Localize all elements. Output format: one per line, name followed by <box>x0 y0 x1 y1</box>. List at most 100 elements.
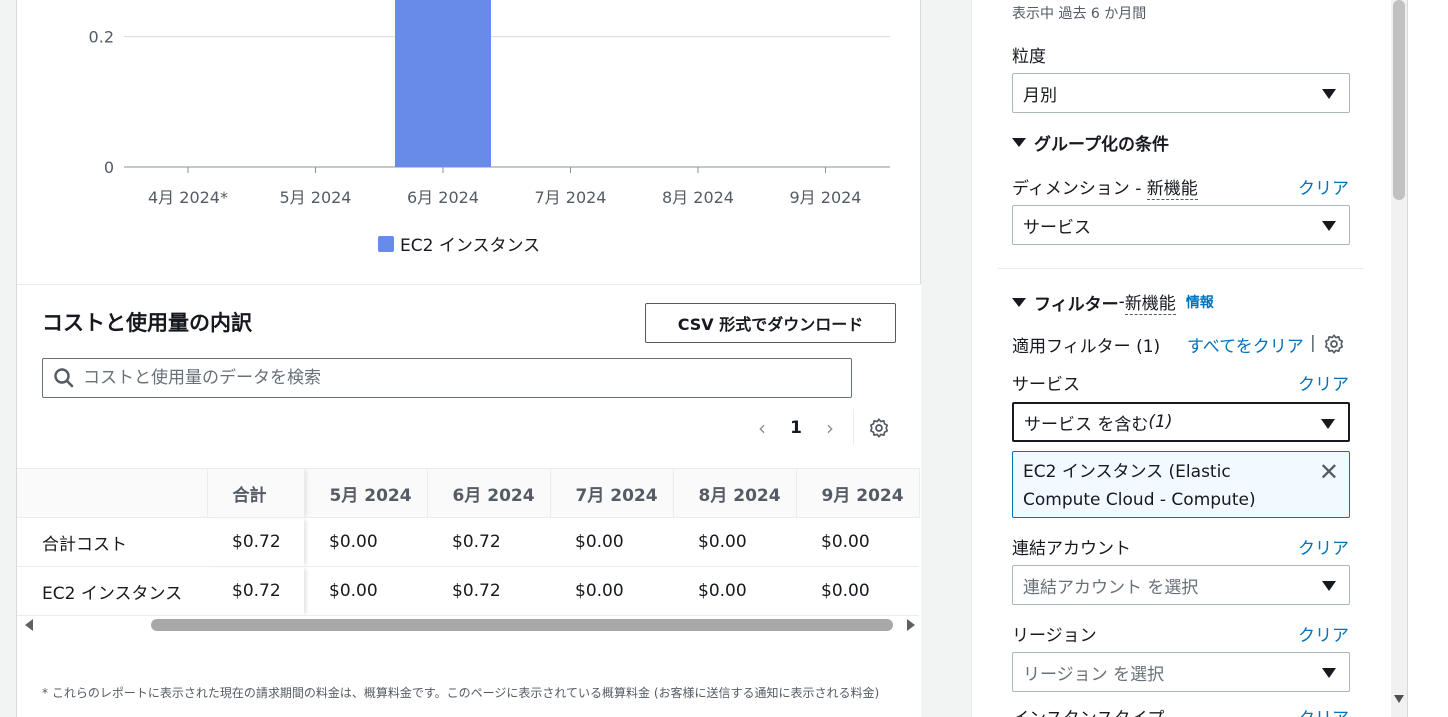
dimension-select[interactable]: サービス <box>1012 205 1350 245</box>
group-by-heading: グループ化の条件 <box>1034 135 1169 155</box>
granularity-value: 月別 <box>1023 85 1057 106</box>
table-cell: $0.00 <box>821 581 870 601</box>
section-divider <box>998 268 1364 269</box>
current-page[interactable]: 1 <box>772 418 820 438</box>
region-label: リージョン <box>1012 626 1097 646</box>
y-tick-label: 0.2 <box>89 28 114 47</box>
scroll-down-arrow-icon[interactable] <box>1394 695 1404 703</box>
instance-type-label: インスタンスタイプ <box>1012 704 1164 717</box>
cost-breakdown-section: コストと使用量の内訳 CSV 形式でダウンロード ‹ 1 › <box>17 284 922 717</box>
linked-account-select[interactable]: 連結アカウント を選択 <box>1012 565 1350 605</box>
separator-bar: | <box>1310 333 1316 353</box>
sidebar-vertical-scrollbar[interactable] <box>1391 0 1407 717</box>
legend-swatch <box>378 235 394 252</box>
csv-download-button[interactable]: CSV 形式でダウンロード <box>645 303 896 343</box>
period-summary: 表示中 過去 6 か月間 <box>1012 6 1147 22</box>
breakdown-title: コストと使用量の内訳 <box>42 311 252 335</box>
table-cell: $0.00 <box>575 581 624 601</box>
caret-down-icon <box>1321 419 1335 429</box>
new-feature-tag[interactable]: 新機能 <box>1146 179 1198 200</box>
x-tick-label: 8月 2024 <box>662 188 734 207</box>
granularity-select[interactable]: 月別 <box>1012 73 1350 113</box>
column-header-total[interactable]: 合計 <box>207 468 305 518</box>
instance-type-clear-link[interactable]: クリア <box>1298 704 1349 717</box>
filters-info-link[interactable]: 情報 <box>1186 292 1214 312</box>
row-label: EC2 インスタンス <box>42 583 183 604</box>
legend-label: EC2 インスタンス <box>400 236 541 256</box>
x-tick-label: 9月 2024 <box>790 188 862 207</box>
panel-splitter[interactable]: || <box>921 0 989 717</box>
dimension-label: ディメンション <box>1012 179 1130 199</box>
service-select-text: サービス を含む <box>1024 414 1149 435</box>
caret-down-icon <box>1322 668 1336 678</box>
expand-triangle-icon <box>1012 297 1026 307</box>
region-clear-link[interactable]: クリア <box>1298 621 1349 646</box>
filters-heading: フィルター <box>1034 294 1119 315</box>
scrollbar-thumb[interactable] <box>151 619 893 631</box>
caret-down-icon <box>1322 89 1336 99</box>
table-cell: $0.00 <box>821 532 870 552</box>
column-header[interactable]: 7月 2024 <box>550 468 674 518</box>
linked-account-placeholder: 連結アカウント を選択 <box>1023 577 1199 598</box>
scrollbar-thumb[interactable] <box>1393 0 1405 200</box>
filters-section-toggle[interactable]: フィルター - 新機能 情報 <box>1012 289 1214 315</box>
applied-filters-label: 適用フィルター (1) <box>1012 337 1161 357</box>
table-horizontal-scrollbar[interactable] <box>25 617 915 633</box>
table-cell: $0.00 <box>329 581 378 601</box>
x-tick-label: 5月 2024 <box>280 188 352 207</box>
close-icon[interactable]: ✕ <box>1319 460 1339 484</box>
table-cell: $0.00 <box>329 532 378 552</box>
row-label: 合計コスト <box>42 534 127 555</box>
bar <box>395 0 491 167</box>
service-filter-select[interactable]: サービス を含む (1) <box>1012 402 1350 442</box>
dimension-clear-link[interactable]: クリア <box>1298 174 1349 199</box>
table-cell: $0.72 <box>207 518 304 567</box>
cost-bar-chart: 0 0.2 4月 2024* 5月 2024 6月 2024 7月 2024 8月 2024… <box>89 0 890 207</box>
table-cell: $0.00 <box>698 581 747 601</box>
caret-down-icon <box>1322 221 1336 231</box>
y-tick-label: 0 <box>104 158 114 177</box>
dimension-label-wrap: ディメンション - 新機能 <box>1012 174 1198 200</box>
table-settings-icon[interactable] <box>868 417 890 443</box>
linked-account-label: 連結アカウント <box>1012 539 1131 559</box>
selected-service-token: EC2 インスタンス (Elastic Compute Cloud - Comp… <box>1012 451 1350 518</box>
column-header[interactable]: 9月 2024 <box>796 468 920 518</box>
table-cell: $0.72 <box>207 567 304 616</box>
separator: - <box>1129 179 1147 199</box>
region-placeholder: リージョン を選択 <box>1023 664 1165 685</box>
search-icon <box>54 368 74 388</box>
x-tick-label: 6月 2024 <box>407 188 479 207</box>
table-cell: $0.72 <box>452 532 501 552</box>
report-main-panel: 0 0.2 4月 2024* 5月 2024 6月 2024 7月 2024 8月 2024… <box>16 0 922 717</box>
column-header[interactable]: 5月 2024 <box>304 468 428 518</box>
expand-triangle-icon <box>1012 138 1026 147</box>
cost-chart: 0 0.2 4月 2024* 5月 2024 6月 2024 7月 2024 8月 2024… <box>17 0 922 284</box>
group-by-section-toggle[interactable]: グループ化の条件 <box>1012 130 1169 155</box>
next-page-icon[interactable]: › <box>820 415 840 441</box>
cost-explorer-page: 0 0.2 4月 2024* 5月 2024 6月 2024 7月 2024 8月 2024… <box>0 0 1448 717</box>
table-cell: $0.00 <box>698 532 747 552</box>
clear-all-filters-link[interactable]: すべてをクリア <box>1187 332 1304 357</box>
search-input[interactable] <box>83 368 823 388</box>
token-label: EC2 インスタンス (Elastic Compute Cloud - Comp… <box>1023 462 1256 510</box>
prev-page-icon[interactable]: ‹ <box>752 415 772 441</box>
breakdown-table: 合計 5月 2024 6月 2024 7月 2024 8月 2024 9月 20… <box>17 468 922 616</box>
scroll-right-arrow-icon[interactable] <box>907 619 915 631</box>
service-select-count: (1) <box>1148 412 1173 432</box>
scroll-left-arrow-icon[interactable] <box>25 619 33 631</box>
granularity-label: 粒度 <box>1012 47 1046 67</box>
service-filter-label: サービス <box>1012 375 1080 395</box>
breakdown-search[interactable] <box>42 358 852 398</box>
new-feature-tag[interactable]: 新機能 <box>1124 289 1176 315</box>
dimension-value: サービス <box>1023 217 1091 238</box>
chart-legend[interactable]: EC2 インスタンス <box>378 231 540 256</box>
linked-account-clear-link[interactable]: クリア <box>1298 534 1349 559</box>
table-row: 合計コスト $0.72 $0.00 $0.72 $0.00 $0.00 $0.0… <box>17 518 919 567</box>
region-select[interactable]: リージョン を選択 <box>1012 652 1350 692</box>
service-clear-link[interactable]: クリア <box>1298 370 1349 395</box>
column-header[interactable]: 8月 2024 <box>673 468 797 518</box>
column-header[interactable]: 6月 2024 <box>427 468 551 518</box>
caret-down-icon <box>1322 581 1336 591</box>
filter-settings-icon[interactable] <box>1323 333 1345 359</box>
table-header-row: 合計 5月 2024 6月 2024 7月 2024 8月 2024 9月 20… <box>17 468 920 518</box>
